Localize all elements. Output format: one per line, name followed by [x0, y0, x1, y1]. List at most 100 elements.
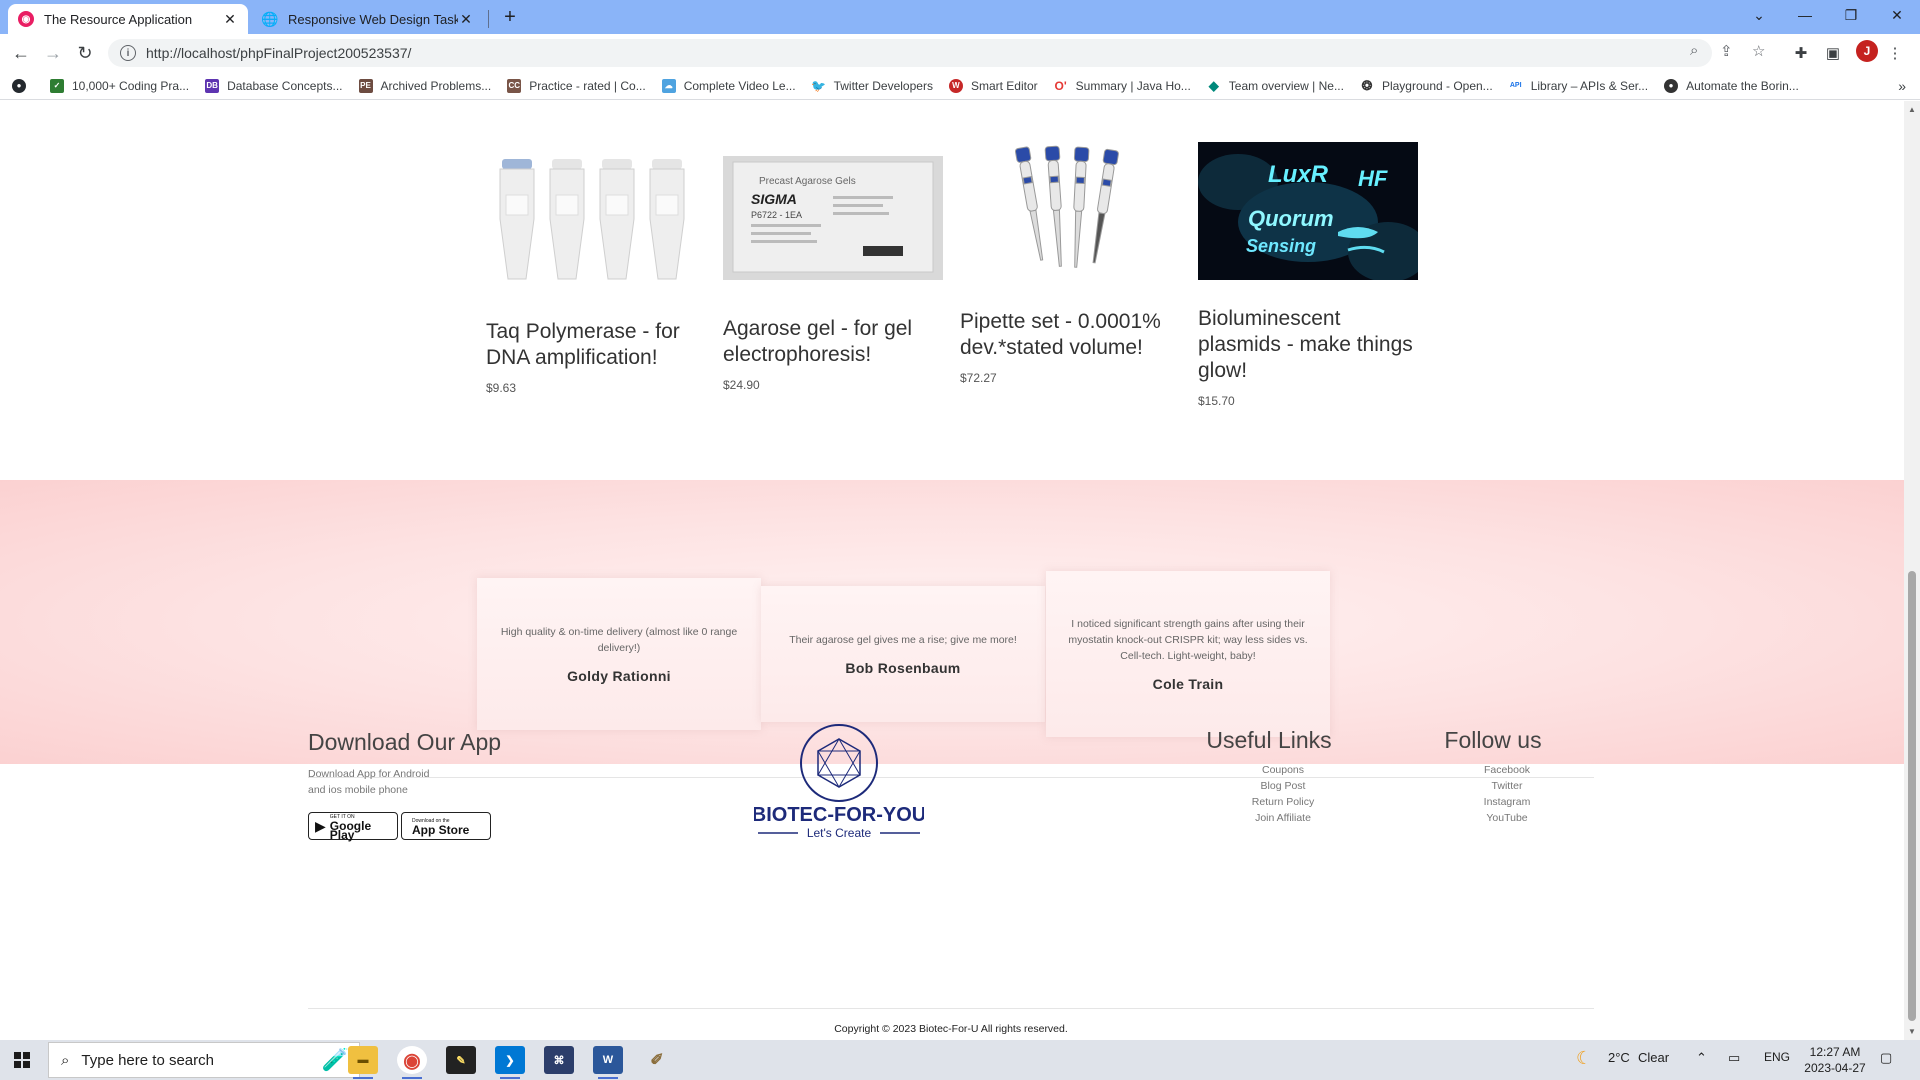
bookmark-item[interactable]: ◆ Team overview | Ne... — [1206, 77, 1344, 93]
product-name[interactable]: Pipette set - 0.0001% dev.*stated volume… — [960, 309, 1180, 361]
glow-text-1: LuxR — [1268, 161, 1329, 188]
paint-icon[interactable]: ✐ — [642, 1046, 672, 1074]
social-link-youtube[interactable]: YouTube — [1464, 810, 1550, 826]
bookmark-item[interactable]: ☁ Complete Video Le... — [661, 78, 796, 93]
notes-app-icon[interactable]: ✎ — [446, 1046, 476, 1074]
useful-links-title: Useful Links — [1206, 727, 1332, 753]
diamond-icon: ◆ — [1206, 77, 1221, 93]
close-window-icon[interactable]: ✕ — [1874, 0, 1920, 30]
new-tab-icon[interactable]: + — [498, 6, 522, 29]
url-text: http://localhost/phpFinalProject20052353… — [146, 45, 412, 61]
bookmark-star-icon[interactable]: ☆ — [1752, 42, 1765, 60]
word-icon[interactable]: W — [593, 1046, 623, 1074]
chrome-icon[interactable]: ◉ — [397, 1046, 427, 1074]
gel-pack-brand: SIGMA — [751, 191, 797, 207]
product-name[interactable]: Bioluminescent plasmids - make things gl… — [1198, 306, 1418, 384]
file-explorer-icon[interactable]: ▬ — [348, 1046, 378, 1074]
useful-link[interactable]: Coupons — [1220, 762, 1346, 778]
bookmark-item[interactable]: O' Summary | Java Ho... — [1053, 78, 1191, 93]
taskbar-search-box[interactable]: ⌕ Type here to search 🧪 — [48, 1042, 360, 1078]
language-indicator[interactable]: ENG — [1764, 1050, 1790, 1064]
zoom-icon[interactable]: ⌕ — [1690, 42, 1698, 59]
profile-avatar[interactable]: J — [1856, 40, 1878, 62]
network-icon[interactable]: ▭ — [1728, 1050, 1740, 1066]
testimonial-author: Goldy Rationni — [567, 668, 671, 684]
tab-title: Responsive Web Design Task: Tas — [288, 11, 458, 27]
minimize-icon[interactable]: — — [1782, 0, 1828, 30]
java-icon: O' — [1053, 78, 1068, 93]
forward-icon[interactable]: → — [42, 42, 64, 64]
site-info-icon[interactable]: i — [120, 45, 136, 61]
restore-icon[interactable]: ❐ — [1828, 0, 1874, 30]
search-highlight-icon: 🧪 — [321, 1047, 349, 1072]
side-panel-icon[interactable]: ▣ — [1822, 42, 1844, 64]
bookmark-label: Library – APIs & Ser... — [1530, 78, 1649, 93]
bookmark-item[interactable]: W Smart Editor — [948, 78, 1038, 93]
close-tab-icon[interactable]: ✕ — [458, 11, 474, 28]
more-bookmarks-icon[interactable]: » — [1898, 78, 1906, 94]
bookmark-item[interactable]: ❂ Playground - Open... — [1359, 78, 1493, 93]
glowing-plate-image: LuxR HF Quorum Sensing — [1198, 142, 1418, 280]
close-tab-icon[interactable]: ✕ — [222, 11, 238, 28]
bookmark-label: Complete Video Le... — [683, 78, 796, 93]
page-viewport: Taq Polymerase - for DNA amplification! … — [0, 101, 1904, 1040]
menu-kebab-icon[interactable]: ⋮ — [1884, 42, 1906, 64]
app-store-button[interactable]: Download on the App Store — [401, 812, 491, 840]
reload-icon[interactable]: ↻ — [74, 42, 96, 64]
social-link-twitter[interactable]: Twitter — [1464, 778, 1550, 794]
product-card[interactable]: LuxR HF Quorum Sensing Bioluminescent pl… — [1198, 142, 1418, 408]
useful-link[interactable]: Blog Post — [1220, 778, 1346, 794]
useful-link[interactable]: Join Affiliate — [1220, 810, 1346, 826]
github-icon: ● — [12, 78, 26, 93]
taskbar-clock[interactable]: 12:27 AM 2023-04-27 — [1800, 1044, 1870, 1076]
scroll-up-icon[interactable]: ▲ — [1908, 105, 1916, 114]
notifications-icon[interactable]: ▢ — [1880, 1050, 1892, 1066]
bookmark-item[interactable]: CC Practice - rated | Co... — [507, 78, 646, 93]
tab-resource-application[interactable]: ◉ The Resource Application ✕ — [8, 4, 248, 34]
back-icon[interactable]: ← — [10, 42, 32, 64]
dev-tool-icon[interactable]: ⌘ — [544, 1046, 574, 1074]
scroll-down-icon[interactable]: ▼ — [1908, 1027, 1916, 1036]
social-link-instagram[interactable]: Instagram — [1464, 794, 1550, 810]
testimonial-quote: I noticed significant strength gains aft… — [1068, 618, 1308, 662]
weather-temp[interactable]: 2°C — [1608, 1050, 1630, 1065]
tab-search-chevron-icon[interactable]: ⌄ — [1736, 0, 1782, 30]
bookmark-label: Summary | Java Ho... — [1075, 78, 1191, 93]
pe-icon: PE — [358, 78, 373, 93]
testimonials-section: High quality & on-time delivery (almost … — [0, 480, 1904, 764]
bookmark-label: Practice - rated | Co... — [529, 78, 646, 93]
address-bar[interactable]: i http://localhost/phpFinalProject200523… — [108, 39, 1712, 67]
bookmark-label: 10,000+ Coding Pra... — [72, 78, 190, 93]
page-scrollbar[interactable]: ▲ ▼ — [1904, 101, 1920, 1040]
share-icon[interactable]: ⇪ — [1720, 42, 1733, 60]
bookmark-item[interactable]: API Library – APIs & Ser... — [1508, 78, 1649, 93]
product-card[interactable]: Pipette set - 0.0001% dev.*stated volume… — [960, 145, 1180, 385]
useful-link[interactable]: Return Policy — [1220, 794, 1346, 810]
product-name[interactable]: Taq Polymerase - for DNA amplification! — [486, 319, 706, 371]
extensions-icon[interactable]: ✚ — [1790, 42, 1812, 64]
product-name[interactable]: Agarose gel - for gel electrophoresis! — [723, 316, 943, 368]
product-card[interactable]: Precast Agarose Gels SIGMA P6722 - 1EA A… — [723, 156, 943, 392]
editor-icon: W — [948, 78, 963, 93]
follow-us-column: Follow us Facebook Twitter Instagram You… — [1436, 727, 1550, 826]
app-favicon-icon: ◉ — [18, 11, 34, 27]
vscode-icon[interactable]: ❯ — [495, 1046, 525, 1074]
google-play-button[interactable]: ▶ GET IT ON Google Play — [308, 812, 398, 841]
bookmark-item[interactable]: DB Database Concepts... — [205, 78, 343, 93]
download-app-line-2: and ios mobile phone — [308, 784, 408, 796]
tray-chevron-icon[interactable]: ⌃ — [1696, 1050, 1707, 1066]
active-indicator — [353, 1077, 373, 1079]
windows-start-icon[interactable] — [14, 1052, 30, 1068]
weather-desc[interactable]: Clear — [1638, 1050, 1669, 1065]
bookmark-item[interactable]: ● Automate the Borin... — [1664, 78, 1799, 93]
weather-moon-icon[interactable]: ☾ — [1576, 1048, 1592, 1069]
scrollbar-thumb[interactable] — [1908, 571, 1916, 1021]
social-link-facebook[interactable]: Facebook — [1464, 762, 1550, 778]
bookmark-item[interactable]: ✓ 10,000+ Coding Pra... — [50, 78, 190, 93]
globe-icon: 🌐 — [261, 10, 279, 27]
bookmark-item[interactable]: PE Archived Problems... — [358, 78, 491, 93]
tab-responsive-web-design[interactable]: 🌐 Responsive Web Design Task: Tas ✕ — [252, 4, 484, 34]
github-bookmark[interactable]: ● — [12, 78, 34, 93]
bookmark-item[interactable]: 🐦 Twitter Developers — [811, 78, 933, 93]
product-card[interactable]: Taq Polymerase - for DNA amplification! … — [486, 155, 706, 395]
